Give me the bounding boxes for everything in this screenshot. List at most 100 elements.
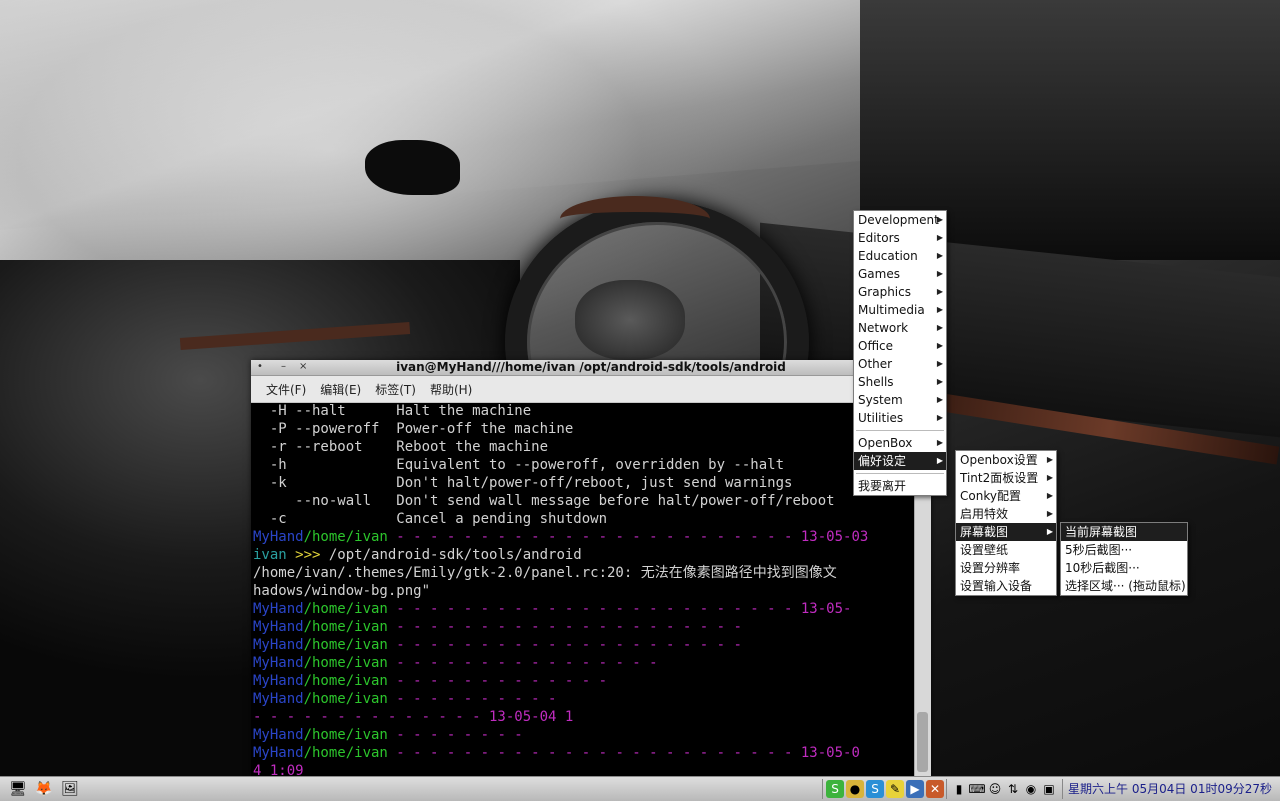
submenu-arrow-icon: ▶ [936,233,943,242]
terminal-window[interactable]: • – × ivan@MyHand///home/ivan /opt/andro… [251,360,931,776]
screenshot-menu-item-1[interactable]: 5秒后截图··· [1061,541,1187,559]
menu-item-category-11[interactable]: Utilities ▶ [854,409,946,427]
taskbar-separator [822,779,823,799]
menu-item-label: Editors [858,231,900,245]
menu-item-label: Multimedia [858,303,925,317]
screenshot-menu-item-2[interactable]: 10秒后截图··· [1061,559,1187,577]
screenshot-submenu[interactable]: 当前屏幕截图 5秒后截图··· 10秒后截图··· 选择区域··· (拖动鼠标) [1060,522,1188,596]
submenu-arrow-icon: ▶ [936,305,943,314]
terminal-text-segment: hadows/window-bg.png" [253,583,431,599]
terminal-text-segment: /home/ivan [303,727,388,743]
image-viewer-icon[interactable]: 🖼 [60,780,80,798]
desktop-icon[interactable]: 🖥 [8,780,28,798]
volume-icon[interactable]: ◉ [1022,780,1040,798]
menu-item-category-10[interactable]: System ▶ [854,391,946,409]
submenu-arrow-icon: ▶ [936,413,943,422]
pref-menu-item-7[interactable]: 设置输入设备 [956,577,1056,595]
pref-menu-item-2[interactable]: Conky配置 ▶ [956,487,1056,505]
menu-edit[interactable]: 编辑(E) [313,381,368,398]
menu-item-label: Shells [858,375,894,389]
openbox-root-menu[interactable]: Development ▶ Editors ▶ Education ▶ Games ▶ Grap… [853,210,947,496]
chat-icon[interactable]: ● [846,780,864,798]
terminal-text-segment: MyHand [253,673,304,689]
menu-item-category-9[interactable]: Shells ▶ [854,373,946,391]
firefox-icon[interactable]: 🦊 [34,780,54,798]
terminal-text-segment: /home/ivan [303,655,388,671]
menu-item-label: 我要离开 [858,479,907,493]
terminal-text-segment: -H --halt Halt the machine [253,403,532,419]
menu-item-label: 选择区域··· (拖动鼠标) [1065,579,1186,593]
qq-icon[interactable]: ☺ [986,780,1004,798]
terminal-text-segment: /home/ivan/.themes/Emily/gtk-2.0/panel.r… [253,565,837,581]
terminal-text-segment: MyHand [253,727,304,743]
menu-item-label: 10秒后截图··· [1065,561,1140,575]
pref-menu-item-5[interactable]: 设置壁纸 [956,541,1056,559]
terminal-text-segment: - - - - - - - - [387,727,523,743]
menu-help[interactable]: 帮助(H) [423,381,479,398]
menu-item-label: Office [858,339,894,353]
terminal-line: -P --poweroff Power-off the machine [253,420,913,438]
pref-menu-item-4[interactable]: 屏幕截图 ▶ [956,523,1056,541]
terminal-text-segment: /home/ivan [303,601,388,617]
terminal-text-segment: --no-wall Don't send wall message before… [253,493,835,509]
menu-item-label: 5秒后截图··· [1065,543,1133,557]
menu-item-label: Other [858,357,893,371]
submenu-arrow-icon: ▶ [1046,491,1053,500]
menu-item-label: Games [858,267,900,281]
menu-item-label: 屏幕截图 [960,525,1009,539]
menu-item-category-5[interactable]: Multimedia ▶ [854,301,946,319]
menu-item-label: Openbox设置 [960,453,1038,467]
terminal-titlebar[interactable]: • – × ivan@MyHand///home/ivan /opt/andro… [251,360,931,376]
tools-icon[interactable]: ✕ [926,780,944,798]
display-icon[interactable]: ▣ [1040,780,1058,798]
network-icon[interactable]: ⇅ [1004,780,1022,798]
menu-item-category-6[interactable]: Network ▶ [854,319,946,337]
menu-file[interactable]: 文件(F) [259,381,313,398]
menu-item-category-4[interactable]: Graphics ▶ [854,283,946,301]
menu-item-preferences[interactable]: 偏好设定 ▶ [854,452,946,470]
screenshot-menu-item-0[interactable]: 当前屏幕截图 [1061,523,1187,541]
terminal-line: /home/ivan/.themes/Emily/gtk-2.0/panel.r… [253,564,913,582]
scrollbar-thumb[interactable] [917,712,928,772]
preferences-submenu[interactable]: Openbox设置 ▶ Tint2面板设置 ▶ Conky配置 ▶ 启用特效 ▶ 屏幕截图 ▶ 设置… [955,450,1057,596]
pref-menu-item-0[interactable]: Openbox设置 ▶ [956,451,1056,469]
submenu-arrow-icon: ▶ [936,269,943,278]
pref-menu-item-6[interactable]: 设置分辨率 [956,559,1056,577]
pref-menu-item-3[interactable]: 启用特效 ▶ [956,505,1056,523]
menu-item-category-1[interactable]: Editors ▶ [854,229,946,247]
menu-item-category-0[interactable]: Development ▶ [854,211,946,229]
terminal-line: MyHand/home/ivan - - - - - - - - - - - -… [253,618,913,636]
terminal-line: -k Don't halt/power-off/reboot, just sen… [253,474,913,492]
terminal-text-segment: /opt/android-sdk/tools/android [328,547,582,563]
clock[interactable]: 星期六上午 05月04日 01时09分27秒 [1068,780,1272,798]
menu-item-category-8[interactable]: Other ▶ [854,355,946,373]
notes-icon[interactable]: ✎ [886,780,904,798]
screenshot-menu-item-3[interactable]: 选择区域··· (拖动鼠标) [1061,577,1187,595]
terminal-text-segment: - - - - - - - - - - - - - - - - - - - - … [387,529,869,545]
terminal-line: MyHand/home/ivan - - - - - - - - - - - -… [253,744,913,762]
menu-item-category-7[interactable]: Office ▶ [854,337,946,355]
submenu-arrow-icon: ▶ [936,215,943,224]
terminal-line: -r --reboot Reboot the machine [253,438,913,456]
submenu-arrow-icon: ▶ [936,323,943,332]
pref-menu-item-1[interactable]: Tint2面板设置 ▶ [956,469,1056,487]
skype-icon[interactable]: S [826,780,844,798]
menu-item-label: 设置壁纸 [960,543,1009,557]
menu-item-category-2[interactable]: Education ▶ [854,247,946,265]
terminal-line: - - - - - - - - - - - - - - 13-05-04 1 [253,708,913,726]
submenu-arrow-icon: ▶ [1046,455,1053,464]
terminal-text-segment: /home/ivan [303,529,388,545]
submenu-arrow-icon: ▶ [936,341,943,350]
menu-tabs[interactable]: 标签(T) [368,381,423,398]
terminal-output[interactable]: -H --halt Halt the machine -P --poweroff… [253,402,913,776]
skype-alt-icon[interactable]: S [866,780,884,798]
terminal-line: -h Equivalent to --poweroff, overridden … [253,456,913,474]
menu-item-label: Network [858,321,909,335]
menu-item-category-3[interactable]: Games ▶ [854,265,946,283]
media-icon[interactable]: ▶ [906,780,924,798]
keyboard-icon[interactable]: ⌨ [968,780,986,798]
terminal-line: ivan >>> /opt/android-sdk/tools/android [253,546,913,564]
menu-item-logout[interactable]: 我要离开 [854,477,946,495]
battery-icon[interactable]: ▮ [950,780,968,798]
menu-item-openbox[interactable]: OpenBox ▶ [854,434,946,452]
